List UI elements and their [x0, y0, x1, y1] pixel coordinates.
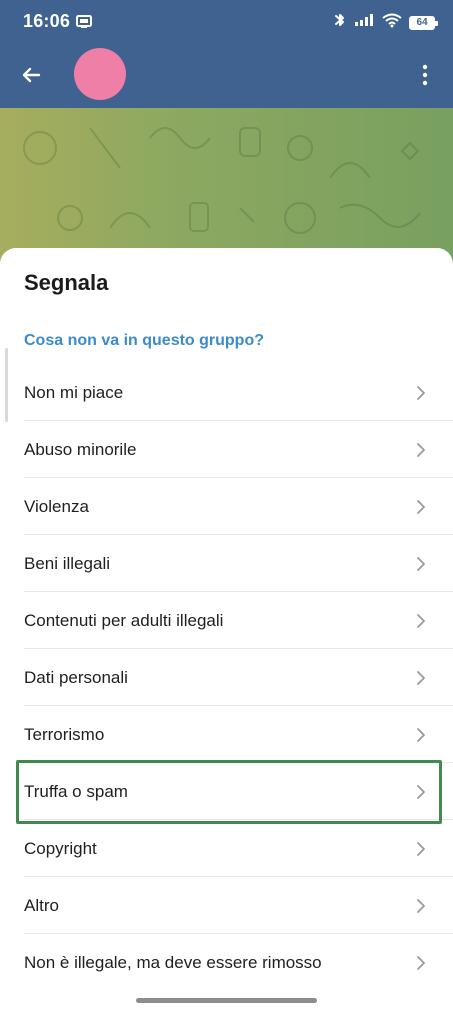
top-header: 16:06 64 [0, 0, 453, 108]
reason-label: Violenza [24, 496, 89, 516]
reason-label: Altro [24, 895, 59, 915]
reason-item-contenuti-adulti[interactable]: Contenuti per adulti illegali [0, 592, 453, 649]
wifi-icon [381, 12, 403, 33]
chevron-right-icon [413, 955, 429, 971]
report-bottom-sheet: Segnala Cosa non va in questo gruppo? No… [0, 248, 453, 1018]
chevron-right-icon [413, 499, 429, 515]
reason-item-non-mi-piace[interactable]: Non mi piace [0, 364, 453, 421]
sheet-title: Segnala [24, 270, 109, 295]
back-button[interactable] [16, 60, 46, 90]
reason-label: Beni illegali [24, 553, 110, 573]
chevron-right-icon [413, 556, 429, 572]
reason-item-truffa-o-spam[interactable]: Truffa o spam [0, 763, 453, 820]
chevron-right-icon [413, 784, 429, 800]
reason-label: Abuso minorile [24, 439, 137, 459]
bluetooth-icon [333, 12, 347, 33]
reason-item-abuso-minorile[interactable]: Abuso minorile [0, 421, 453, 478]
reason-item-beni-illegali[interactable]: Beni illegali [0, 535, 453, 592]
chevron-right-icon [413, 841, 429, 857]
reason-item-violenza[interactable]: Violenza [0, 478, 453, 535]
reason-label: Contenuti per adulti illegali [24, 610, 224, 630]
status-icons: 64 [333, 12, 438, 33]
more-options-button[interactable] [413, 60, 437, 90]
reason-item-dati-personali[interactable]: Dati personali [0, 649, 453, 706]
reason-item-terrorismo[interactable]: Terrorismo [0, 706, 453, 763]
battery-icon: 64 [409, 15, 438, 30]
chevron-right-icon [413, 898, 429, 914]
signal-icon [353, 12, 375, 33]
home-indicator[interactable] [136, 998, 317, 1003]
reason-label: Copyright [24, 838, 97, 858]
battery-level: 64 [416, 17, 428, 28]
chevron-right-icon [413, 670, 429, 686]
chevron-right-icon [413, 442, 429, 458]
chevron-right-icon [413, 727, 429, 743]
status-bar: 16:06 64 [0, 0, 453, 48]
reason-label: Non mi piace [24, 382, 124, 402]
notification-icon [76, 14, 92, 30]
chevron-right-icon [413, 613, 429, 629]
reason-label: Non è illegale, ma deve essere rimosso [24, 952, 322, 972]
reason-label: Dati personali [24, 667, 128, 687]
reason-label: Truffa o spam [24, 781, 128, 801]
section-title: Cosa non va in questo gruppo? [24, 332, 264, 349]
reason-item-altro[interactable]: Altro [0, 877, 453, 934]
reason-label: Terrorismo [24, 724, 105, 744]
report-reasons-list: Non mi piace Abuso minorile Violenza Ben… [0, 364, 453, 991]
arrow-left-icon [22, 67, 41, 83]
reason-item-non-illegale[interactable]: Non è illegale, ma deve essere rimosso [0, 934, 453, 991]
more-vert-icon [422, 64, 428, 86]
reason-item-copyright[interactable]: Copyright [0, 820, 453, 877]
chevron-right-icon [413, 385, 429, 401]
group-avatar[interactable] [74, 48, 126, 100]
status-time: 16:06 [23, 11, 71, 31]
